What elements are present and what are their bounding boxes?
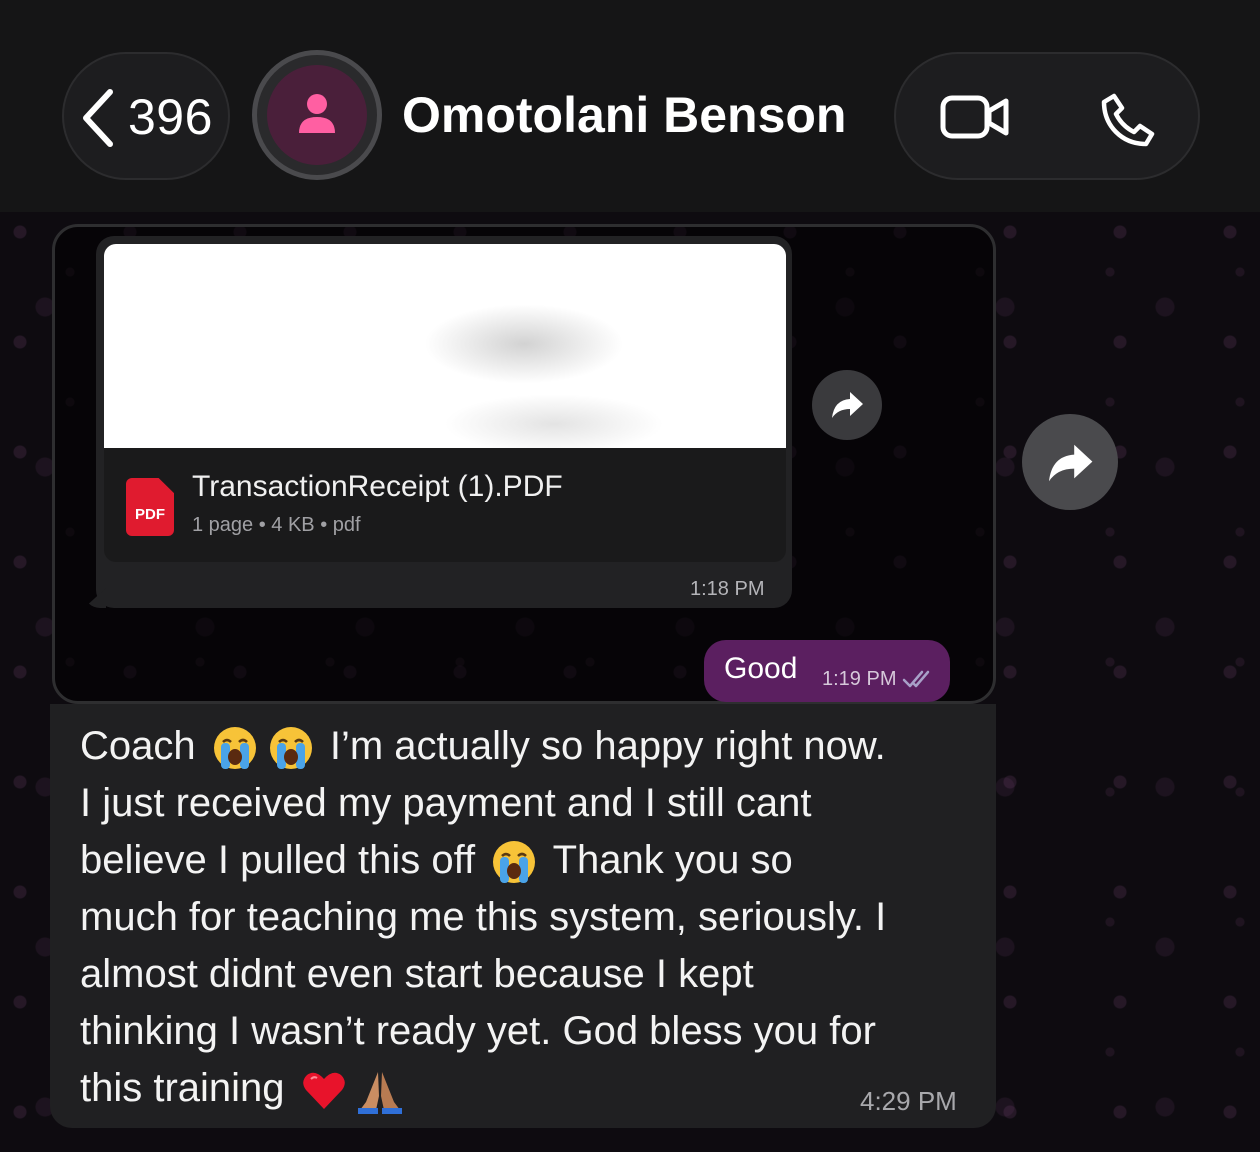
double-check-icon — [902, 670, 930, 688]
message-line: believe I pulled this off Thank you so — [80, 836, 793, 886]
message-line: almost didnt even start because I kept — [80, 950, 754, 998]
avatar-circle — [267, 65, 367, 165]
forward-button[interactable] — [812, 370, 882, 440]
message-timestamp: 1:18 PM — [690, 578, 765, 600]
message-timestamp: 4:29 PM — [860, 1086, 957, 1116]
forward-icon — [1049, 444, 1093, 482]
red-heart-emoji — [300, 1066, 348, 1114]
avatar[interactable] — [252, 50, 382, 180]
message-text-segment: much for teaching me this system, seriou… — [80, 895, 887, 939]
phone-icon[interactable] — [1100, 92, 1156, 148]
message-line: I just received my payment and I still c… — [80, 779, 811, 827]
forward-button[interactable] — [1022, 414, 1118, 510]
chat-screen: 396 Omotolani Benson PDF TransactionRece… — [0, 0, 1260, 1152]
message-text-segment: almost didnt even start because I kept — [80, 952, 754, 996]
message-text-segment: believe I pulled this off — [80, 838, 487, 882]
message-text-segment: I’m actually so happy right now. — [318, 724, 886, 768]
message-timestamp: 1:19 PM — [822, 668, 897, 690]
contact-name[interactable]: Omotolani Benson — [402, 86, 846, 144]
message-text-segment: I just received my payment and I still c… — [80, 781, 812, 825]
unread-count: 396 — [128, 89, 213, 145]
pdf-info-bar[interactable] — [104, 448, 786, 562]
chat-header: 396 Omotolani Benson — [0, 0, 1260, 212]
back-button[interactable]: 396 — [62, 52, 230, 180]
loudly-crying-emoji — [267, 724, 315, 772]
pdf-preview-thumbnail[interactable] — [104, 244, 786, 448]
message-line: thinking I wasn’t ready yet. God bless y… — [80, 1007, 876, 1055]
blurred-content — [424, 304, 624, 384]
message-text-segment: thinking I wasn’t ready yet. God bless y… — [80, 1009, 876, 1053]
outgoing-message-text: Good — [724, 652, 798, 685]
call-actions — [894, 52, 1200, 180]
person-icon — [299, 94, 335, 133]
loudly-crying-emoji — [211, 724, 259, 772]
message-text-segment: Coach — [80, 724, 207, 768]
folded-hands-emoji — [356, 1066, 404, 1115]
loudly-crying-emoji — [490, 838, 538, 886]
message-text-segment: Thank you so — [542, 838, 793, 882]
blurred-content — [444, 394, 664, 448]
pdf-meta: 1 page • 4 KB • pdf — [192, 514, 361, 536]
forward-icon — [832, 392, 863, 418]
message-line: much for teaching me this system, seriou… — [80, 893, 886, 941]
message-line: this training — [80, 1064, 408, 1115]
pdf-filename: TransactionReceipt (1).PDF — [192, 470, 563, 503]
message-text-segment: this training — [80, 1066, 296, 1110]
message-line: Coach I’m actually so happy right now. — [80, 722, 886, 772]
video-call-icon[interactable] — [940, 94, 1010, 140]
chevron-left-icon — [83, 89, 113, 147]
pdf-icon-label: PDF — [135, 506, 165, 523]
